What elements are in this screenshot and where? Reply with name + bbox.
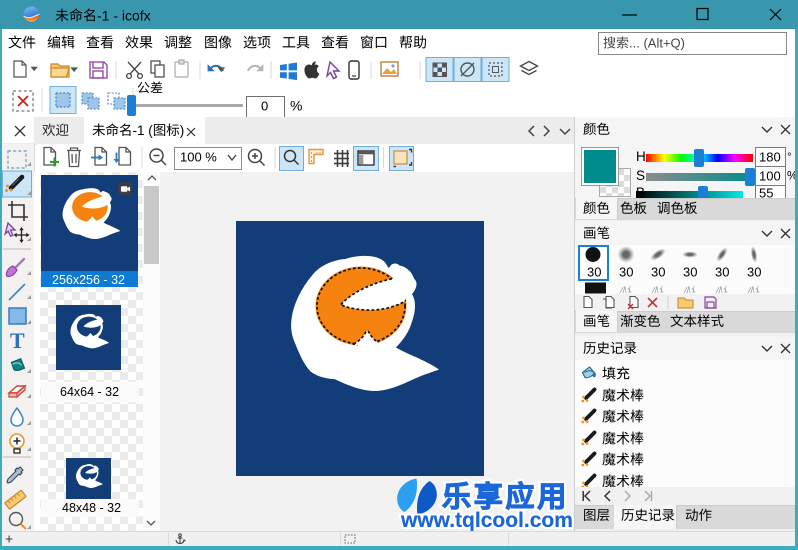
svg-text:0: 0 xyxy=(261,98,268,113)
svg-text:... (Alt+Q): ... (Alt+Q) xyxy=(629,35,685,50)
svg-text:100 %: 100 % xyxy=(180,149,217,164)
svg-text:64x64 - 32: 64x64 - 32 xyxy=(60,385,119,399)
svg-text:www.tqlcool.com: www.tqlcool.com xyxy=(400,509,573,532)
svg-text:): ) xyxy=(180,123,185,138)
svg-text:30: 30 xyxy=(587,264,601,279)
svg-text:48x48 - 32: 48x48 - 32 xyxy=(62,501,121,515)
svg-text:°: ° xyxy=(787,150,792,164)
svg-text:100: 100 xyxy=(759,168,781,183)
svg-text:180: 180 xyxy=(759,149,781,164)
svg-text:-1 (: -1 ( xyxy=(133,123,154,138)
svg-text:%: % xyxy=(290,97,302,113)
svg-text:T: T xyxy=(10,328,25,353)
svg-text:S: S xyxy=(636,168,645,183)
svg-text:-1 - icofx: -1 - icofx xyxy=(97,7,151,23)
svg-text:30: 30 xyxy=(619,264,633,279)
svg-text:30: 30 xyxy=(651,264,665,279)
svg-text:30: 30 xyxy=(683,264,697,279)
svg-text:256x256 - 32: 256x256 - 32 xyxy=(52,273,125,287)
svg-text:30: 30 xyxy=(715,264,729,279)
svg-text:+: + xyxy=(5,530,13,546)
svg-text:30: 30 xyxy=(747,264,761,279)
svg-text:H: H xyxy=(636,149,646,164)
